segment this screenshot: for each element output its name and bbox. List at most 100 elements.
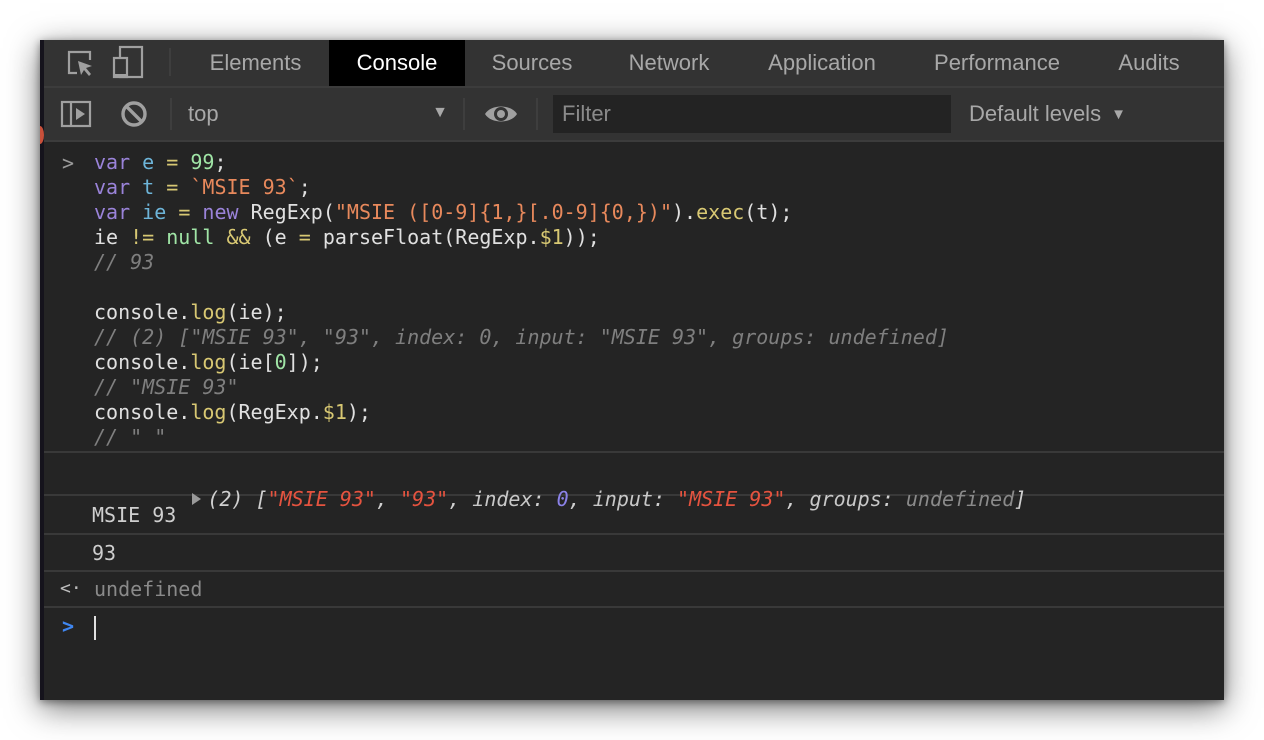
result-arrow-icon: <· — [60, 578, 82, 599]
tab-application[interactable]: Application — [750, 40, 894, 86]
devtools-tab-bar: Elements Console Sources Network Applica… — [44, 40, 1224, 88]
code-token: // 93 — [94, 250, 155, 274]
eye-icon — [485, 106, 517, 122]
code-line: // 93 — [94, 250, 154, 275]
code-token: null — [166, 225, 215, 249]
code-token: 99 — [190, 150, 215, 174]
code-token: new — [202, 200, 239, 224]
tab-network[interactable]: Network — [610, 40, 728, 86]
clear-console-button[interactable] — [120, 100, 148, 128]
code-token: ; — [214, 150, 227, 174]
code-line: console.log(ie); — [94, 300, 287, 325]
filter-input[interactable] — [553, 95, 951, 133]
code-token: (e — [250, 225, 299, 249]
inspect-element-button[interactable] — [64, 48, 96, 78]
code-token: var — [94, 175, 131, 199]
dropdown-arrow-icon: ▼ — [1111, 105, 1126, 123]
code-line: // "MSIE 93" — [94, 375, 239, 400]
live-expression-button[interactable] — [484, 100, 518, 128]
code-token: )); — [563, 225, 600, 249]
code-token: = — [178, 200, 191, 224]
code-token: (t); — [744, 200, 793, 224]
code-token: (RegExp. — [226, 400, 323, 424]
code-token: RegExp( — [238, 200, 335, 224]
code-token: // (2) ["MSIE 93", "93", index: 0, input… — [94, 325, 949, 349]
code-line: var e = 99; — [94, 150, 227, 175]
clear-console-icon — [121, 101, 147, 127]
code-line: var ie = new RegExp("MSIE ([0-9]{1,}[.0-… — [94, 200, 792, 225]
console-panel: > var e = 99; var t = `MSIE 93`; var ie = … — [44, 142, 1224, 700]
inspect-element-icon — [67, 50, 92, 76]
prompt-chevron-icon: > — [62, 614, 75, 638]
code-line: var t = `MSIE 93`; — [94, 175, 311, 200]
show-sidebar-icon — [60, 100, 92, 128]
toolbar-separator — [170, 98, 172, 130]
code-token: = — [166, 175, 179, 199]
input-prompt-icon: > — [62, 151, 75, 175]
result-value: undefined — [94, 577, 203, 601]
toolbar-separator — [536, 98, 538, 130]
code-token: ie — [94, 225, 131, 249]
code-line: ie != null && (e = parseFloat(RegExp.$1)… — [94, 225, 600, 250]
execution-context-select[interactable]: top ▼ — [188, 88, 448, 140]
devtools-window: Elements Console Sources Network Applica… — [40, 40, 1224, 700]
toolbar-separator — [463, 98, 465, 130]
code-token: ); — [346, 400, 371, 424]
code-token: = — [166, 150, 179, 174]
code-token: log — [190, 400, 227, 424]
code-token: = — [298, 225, 311, 249]
code-token: console. — [94, 400, 191, 424]
log-levels-dropdown[interactable]: Default levels ▼ — [969, 88, 1126, 140]
code-token: ; — [298, 175, 311, 199]
tab-audits[interactable]: Audits — [1104, 40, 1194, 86]
code-token: (ie[ — [226, 350, 275, 374]
code-line: console.log(RegExp.$1); — [94, 400, 371, 425]
code-token: `MSIE 93` — [190, 175, 299, 199]
show-sidebar-button[interactable] — [60, 100, 92, 128]
code-token: parseFloat(RegExp. — [310, 225, 540, 249]
console-message-array[interactable]: (2) ["MSIE 93", "93", index: 0, input: "… — [44, 453, 1224, 511]
tab-elements[interactable]: Elements — [192, 40, 319, 86]
dropdown-arrow-icon: ▼ — [432, 104, 448, 121]
console-prompt[interactable]: > — [44, 608, 1224, 688]
execution-context-value: top — [188, 101, 219, 126]
code-token: var — [94, 150, 131, 174]
code-line: // (2) ["MSIE 93", "93", index: 0, input… — [94, 325, 949, 350]
code-token: ). — [672, 200, 697, 224]
log-levels-label: Default levels — [969, 101, 1102, 126]
code-token: var — [94, 200, 131, 224]
code-token: // " " — [94, 425, 167, 449]
device-toolbar-icon — [112, 45, 144, 79]
code-token: log — [190, 300, 227, 324]
tab-console[interactable]: Console — [329, 40, 465, 86]
code-line: // " " — [94, 425, 166, 450]
device-toolbar-button[interactable] — [112, 44, 146, 80]
code-token: ]); — [286, 350, 323, 374]
code-token: $1 — [539, 225, 564, 249]
log-output: 93 — [92, 541, 117, 565]
tab-sources[interactable]: Sources — [472, 40, 592, 86]
code-token: e — [142, 150, 155, 174]
console-input-entry: > var e = 99; var t = `MSIE 93`; var ie = … — [44, 142, 1224, 453]
log-output: MSIE 93 — [92, 503, 177, 527]
console-result-entry: <· undefined — [44, 572, 1224, 608]
text-cursor — [94, 616, 96, 640]
code-token: // "MSIE 93" — [94, 375, 239, 399]
code-token: != — [130, 225, 155, 249]
code-token: ie — [142, 200, 167, 224]
tab-performance[interactable]: Performance — [918, 40, 1076, 86]
code-token: console. — [94, 350, 191, 374]
code-token: exec — [696, 200, 745, 224]
tab-bar-separator — [169, 48, 171, 76]
